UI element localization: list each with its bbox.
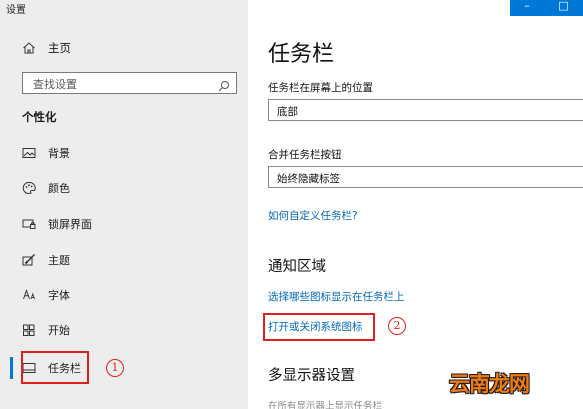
sidebar-item-label: 锁屏界面: [48, 218, 92, 231]
font-icon: [22, 288, 36, 302]
sidebar-item-label: 主题: [48, 254, 70, 267]
taskbar-settings-pane: 任务栏 任务栏在屏幕上的位置 底部 合并任务栏按钮 始终隐藏标签 如何自定义任务…: [248, 0, 583, 409]
search-icon[interactable]: [218, 77, 230, 92]
sidebar-item-label: 字体: [48, 289, 70, 302]
sidebar-item-start[interactable]: 开始: [22, 320, 70, 340]
sidebar-item-label: 开始: [48, 324, 70, 337]
home-icon: [22, 41, 36, 55]
notification-area-heading: 通知区域: [268, 259, 326, 275]
background-image-icon: [22, 146, 36, 160]
sidebar-item-colors[interactable]: 颜色: [22, 178, 70, 198]
home-label: 主页: [48, 41, 71, 55]
position-label: 任务栏在屏幕上的位置: [268, 82, 373, 94]
sidebar-item-themes[interactable]: 主题: [22, 250, 70, 270]
lock-screen-icon: [22, 217, 36, 231]
show-on-all-displays-label: 在所有显示器上显示任务栏: [268, 401, 383, 409]
settings-sidebar: 设置 主页 查找设置 个性化 背景 颜色 锁屏界面 主题 字体 开始 任务栏 1: [0, 0, 248, 409]
sidebar-item-label: 背景: [48, 147, 70, 160]
palette-icon: [22, 181, 36, 195]
position-select-value: 底部: [277, 106, 298, 118]
annotation-box-2: [263, 313, 375, 341]
section-title-personalization: 个性化: [22, 110, 57, 124]
combine-select[interactable]: 始终隐藏标签: [268, 166, 583, 188]
site-watermark: 云南龙网: [449, 371, 530, 396]
position-select[interactable]: 底部: [268, 99, 583, 121]
customize-taskbar-link[interactable]: 如何自定义任务栏?: [268, 208, 358, 223]
annotation-marker-2: 2: [388, 317, 406, 335]
page-title: 任务栏: [268, 42, 335, 67]
combine-label: 合并任务栏按钮: [268, 149, 342, 161]
select-taskbar-icons-link[interactable]: 选择哪些图标显示在任务栏上: [268, 289, 405, 304]
theme-brush-icon: [22, 253, 36, 267]
start-grid-icon: [22, 323, 36, 337]
sidebar-item-fonts[interactable]: 字体: [22, 285, 70, 305]
selected-indicator: [10, 357, 13, 379]
sidebar-item-label: 颜色: [48, 182, 70, 195]
sidebar-item-lock-screen[interactable]: 锁屏界面: [22, 214, 92, 234]
home-nav-item[interactable]: 主页: [22, 38, 71, 58]
annotation-marker-1: 1: [106, 359, 124, 377]
search-placeholder: 查找设置: [33, 78, 77, 91]
sidebar-item-background[interactable]: 背景: [22, 143, 70, 163]
multi-display-heading: 多显示器设置: [268, 368, 355, 384]
search-input[interactable]: 查找设置: [22, 72, 237, 94]
annotation-box-1: [21, 351, 89, 384]
combine-select-value: 始终隐藏标签: [277, 173, 340, 185]
window-title: 设置: [6, 5, 26, 16]
